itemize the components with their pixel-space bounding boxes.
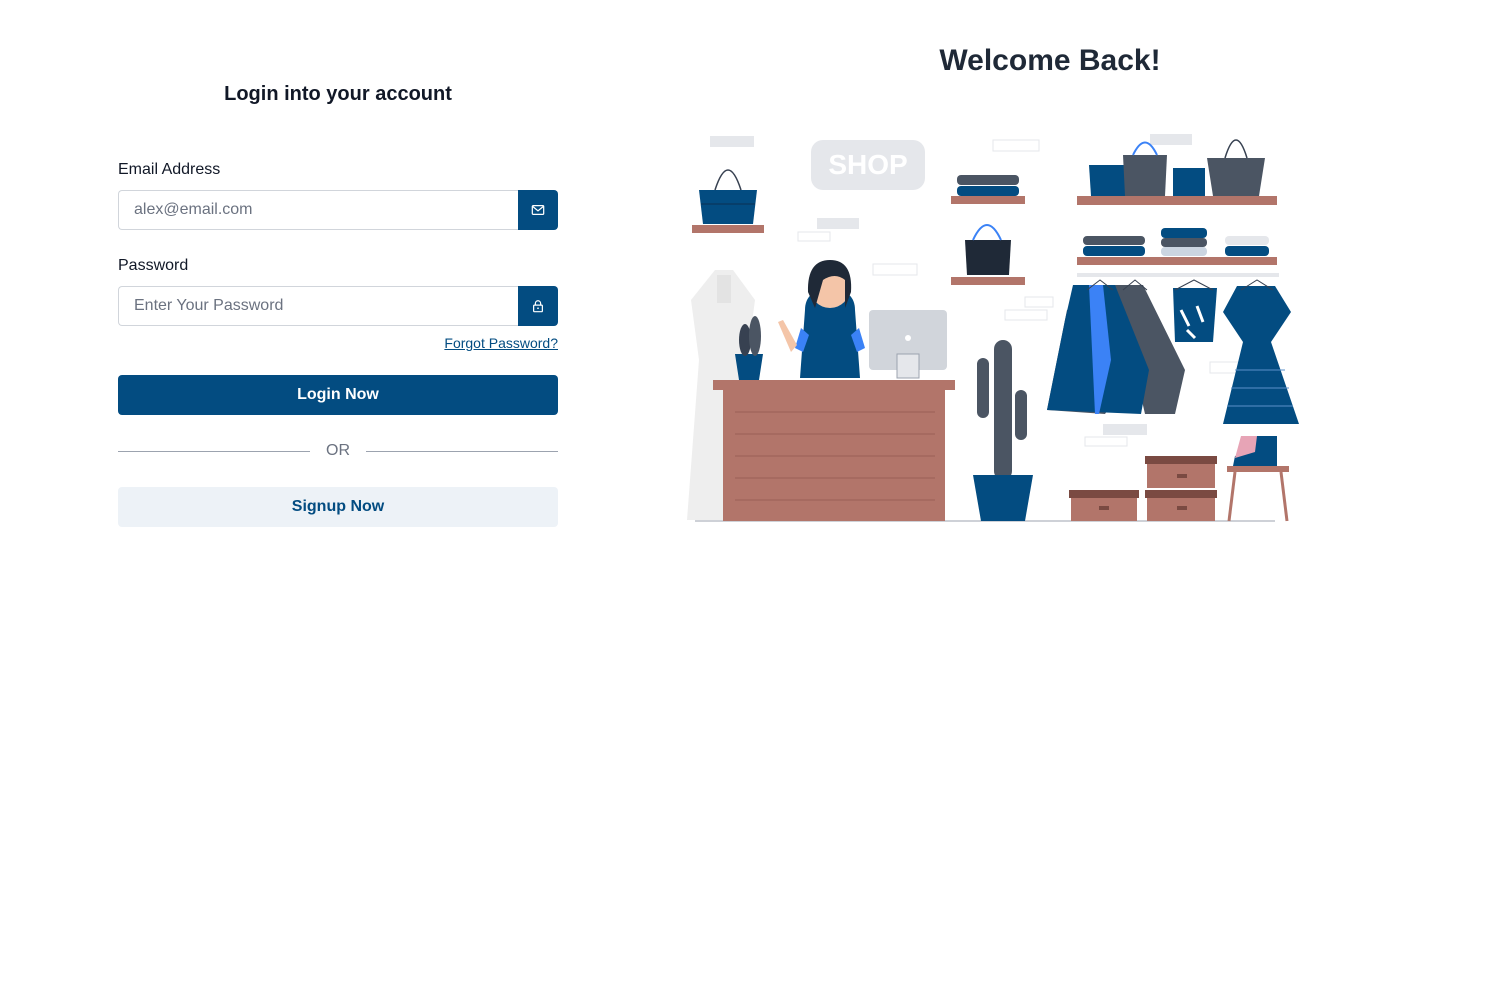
email-label: Email Address <box>118 161 221 178</box>
shop-sign-text: SHOP <box>828 149 907 180</box>
password-input[interactable] <box>118 286 518 326</box>
divider-text: OR <box>326 442 350 459</box>
mail-icon <box>531 205 545 215</box>
email-input-group <box>118 190 558 230</box>
divider-line-left <box>118 450 310 452</box>
password-input-group <box>118 286 558 326</box>
email-input[interactable] <box>118 190 518 230</box>
signup-button[interactable]: Signup Now <box>118 487 558 527</box>
password-addon <box>518 286 558 326</box>
lock-icon <box>533 300 543 313</box>
email-addon <box>518 190 558 230</box>
or-divider: OR <box>118 441 558 461</box>
login-button[interactable]: Login Now <box>118 375 558 415</box>
welcome-title: Welcome Back! <box>939 44 1161 77</box>
shop-illustration: SHOP <box>687 134 1299 522</box>
divider-line-right <box>366 450 558 452</box>
login-title: Login into your account <box>224 83 452 105</box>
password-label: Password <box>118 257 189 274</box>
forgot-password-link[interactable]: Forgot Password? <box>444 335 558 351</box>
login-page: Login into your account Email Address Pa… <box>0 0 1500 1000</box>
